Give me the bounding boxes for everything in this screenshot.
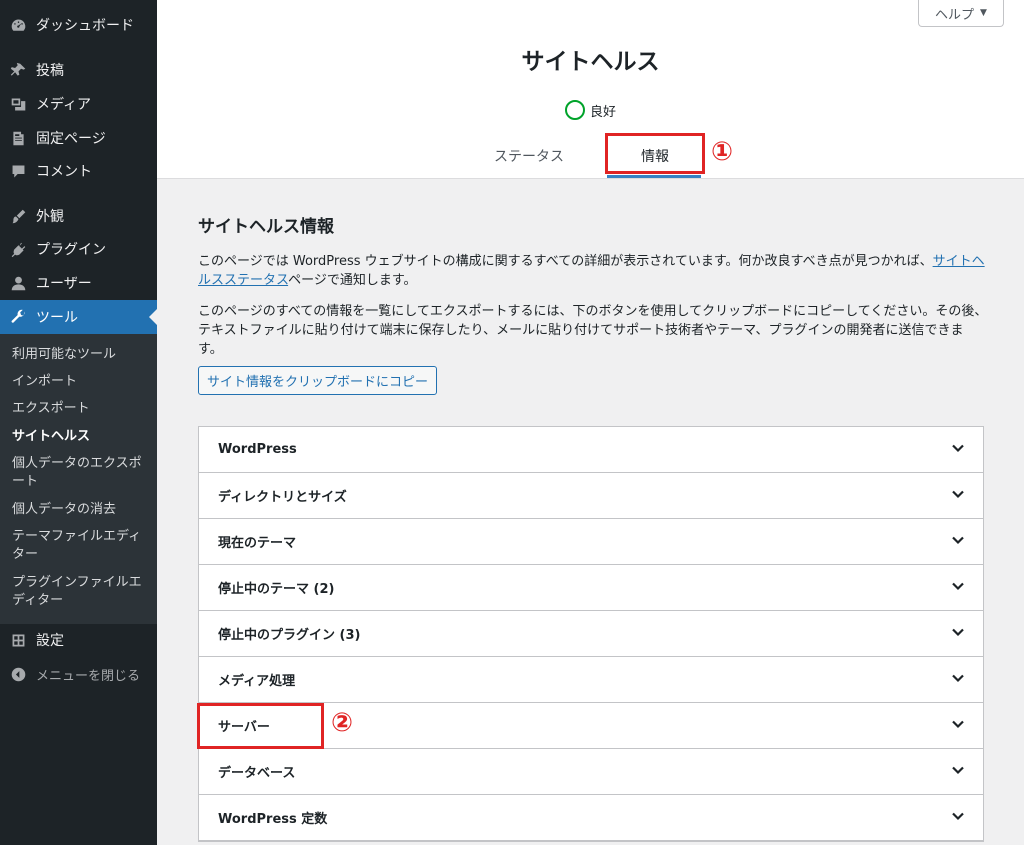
accordion-section[interactable]: WordPress	[199, 427, 983, 473]
user-icon	[9, 274, 27, 292]
chevron-down-icon	[951, 763, 965, 781]
copy-site-info-button[interactable]: サイト情報をクリップボードにコピー	[198, 366, 437, 395]
tab-status[interactable]: ステータス	[494, 146, 564, 166]
site-health-header: ヘルプ ▼ サイトヘルス 良好 ステータス 情報 ①	[157, 0, 1024, 179]
wrench-icon	[9, 308, 27, 326]
accordion-section-label: 停止中のテーマ (2)	[218, 582, 335, 597]
annotation-number-2: ②	[331, 708, 354, 738]
menu-label: ダッシュボード	[36, 18, 134, 34]
help-label: ヘルプ	[935, 7, 975, 23]
accordion-section-label: メディア処理	[218, 674, 296, 689]
admin-sidebar: ダッシュボード 投稿 メディア 固定ページ コメント 外観 プラグイン ユーザー…	[0, 0, 157, 845]
accordion-section[interactable]: 停止中のプラグイン (3)	[199, 611, 983, 657]
submenu-item[interactable]: 個人データの消去	[12, 501, 152, 519]
menu-plugins[interactable]: プラグイン	[0, 232, 157, 266]
submenu-item[interactable]: テーマファイルエディター	[12, 528, 152, 564]
media-icon	[9, 95, 27, 113]
accordion-section-label: ディレクトリとサイズ	[218, 490, 347, 505]
menu-label: メニューを閉じる	[36, 668, 141, 684]
annotation-box-2	[197, 703, 324, 749]
menu-label: ツール	[36, 310, 78, 326]
intro-text: このページでは WordPress ウェブサイトの構成に関するすべての詳細が表示…	[198, 254, 933, 269]
pin-icon	[9, 61, 27, 79]
chevron-down-icon	[951, 809, 965, 827]
collapse-menu-button[interactable]: メニューを閉じる	[0, 657, 157, 691]
accordion-section-label: WordPress 定数	[218, 812, 328, 827]
menu-label: コメント	[36, 164, 92, 180]
export-paragraph: このページのすべての情報を一覧にしてエクスポートするには、下のボタンを使用してク…	[198, 304, 988, 357]
tools-submenu: 利用可能なツール インポート エクスポート サイトヘルス 個人データのエクスポー…	[0, 334, 157, 624]
collapse-arrow-icon	[9, 665, 27, 683]
menu-label: プラグイン	[36, 242, 106, 258]
accordion-section[interactable]: 現在のテーマ	[199, 519, 983, 565]
menu-comments[interactable]: コメント	[0, 154, 157, 188]
submenu-item[interactable]: 個人データのエクスポート	[12, 455, 152, 491]
section-title: サイトヘルス情報	[198, 217, 334, 237]
submenu-item[interactable]: インポート	[12, 373, 152, 391]
accordion-section[interactable]: データベース	[199, 749, 983, 795]
health-status: 良好	[157, 100, 1024, 120]
menu-posts[interactable]: 投稿	[0, 53, 157, 87]
accordion-section-label: 現在のテーマ	[218, 536, 297, 551]
menu-tools[interactable]: ツール	[0, 300, 157, 334]
intro-tail: ページで通知します。	[288, 273, 417, 288]
annotation-number-1: ①	[711, 137, 734, 167]
menu-label: メディア	[36, 97, 92, 113]
chevron-down-icon	[951, 671, 965, 689]
menu-label: 設定	[36, 633, 64, 649]
menu-settings[interactable]: 設定	[0, 623, 157, 657]
settings-icon	[9, 631, 27, 649]
submenu-item[interactable]: エクスポート	[12, 400, 152, 418]
menu-pages[interactable]: 固定ページ	[0, 121, 157, 155]
accordion-section-label: 停止中のプラグイン (3)	[218, 628, 361, 643]
info-accordion: WordPress ディレクトリとサイズ 現在のテーマ停止中のテーマ (2) 停止中の…	[198, 426, 984, 842]
good-status-circle-icon	[564, 100, 585, 120]
submenu-item[interactable]: プラグインファイルエディター	[12, 574, 152, 610]
plugin-icon	[9, 240, 27, 258]
accordion-section-label: データベース	[218, 766, 296, 781]
active-indicator	[149, 309, 157, 325]
menu-label: ユーザー	[36, 276, 92, 292]
chevron-down-icon	[951, 717, 965, 735]
accordion-section[interactable]: WordPress 定数	[199, 795, 983, 841]
caret-down-icon: ▼	[980, 8, 987, 18]
chevron-down-icon	[951, 533, 965, 551]
chevron-down-icon	[951, 441, 965, 459]
submenu-item-current[interactable]: サイトヘルス	[12, 428, 152, 446]
chevron-down-icon	[951, 579, 965, 597]
comment-icon	[9, 162, 27, 180]
page-icon	[9, 129, 27, 147]
menu-media[interactable]: メディア	[0, 87, 157, 121]
dashboard-icon	[9, 16, 27, 34]
help-button[interactable]: ヘルプ ▼	[918, 0, 1004, 27]
menu-users[interactable]: ユーザー	[0, 266, 157, 300]
menu-dashboard[interactable]: ダッシュボード	[0, 8, 157, 42]
page-title: サイトヘルス	[521, 49, 660, 75]
brush-icon	[9, 207, 27, 225]
menu-appearance[interactable]: 外観	[0, 199, 157, 233]
annotation-box-1	[605, 133, 705, 174]
chevron-down-icon	[951, 625, 965, 643]
submenu-item[interactable]: 利用可能なツール	[12, 346, 152, 364]
menu-label: 投稿	[36, 63, 64, 79]
accordion-section[interactable]: メディア処理	[199, 657, 983, 703]
intro-paragraph: このページでは WordPress ウェブサイトの構成に関するすべての詳細が表示…	[198, 252, 988, 290]
menu-label: 固定ページ	[36, 131, 106, 147]
accordion-section-label: WordPress	[218, 442, 297, 457]
status-label: 良好	[589, 104, 616, 120]
accordion-section[interactable]: ディレクトリとサイズ	[199, 473, 983, 519]
accordion-section[interactable]: 停止中のテーマ (2)	[199, 565, 983, 611]
active-tab-indicator	[607, 175, 701, 178]
main-content: サイトヘルス情報 このページでは WordPress ウェブサイトの構成に関する…	[157, 180, 1024, 845]
chevron-down-icon	[951, 487, 965, 505]
menu-label: 外観	[36, 209, 64, 225]
